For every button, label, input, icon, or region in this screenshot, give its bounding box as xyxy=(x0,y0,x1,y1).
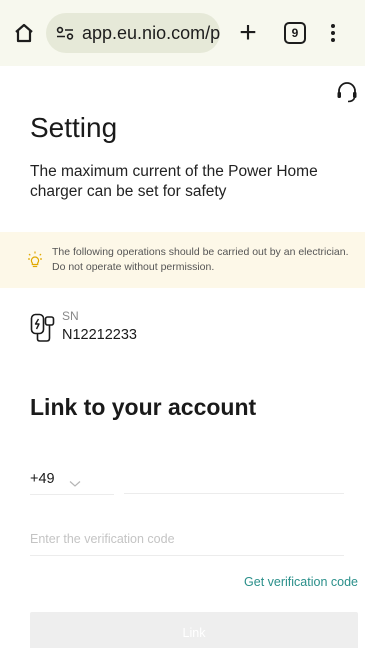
verification-code-input[interactable] xyxy=(30,522,344,556)
new-tab-button[interactable]: + xyxy=(234,18,262,48)
browser-toolbar: app.eu.nio.com/p + 9 xyxy=(0,0,365,66)
sn-value: N12212233 xyxy=(62,327,137,343)
chevron-down-icon xyxy=(69,475,81,487)
site-info-icon[interactable] xyxy=(56,24,74,42)
sn-label: SN xyxy=(62,309,79,323)
warning-banner: The following operations should be carri… xyxy=(0,232,365,288)
page-title: Setting xyxy=(30,112,118,143)
warning-text: The following operations should be carri… xyxy=(52,246,349,273)
country-code-underline xyxy=(30,494,114,495)
country-code-value: +49 xyxy=(30,471,55,487)
get-verification-code-link[interactable]: Get verification code xyxy=(244,575,358,589)
address-bar[interactable]: app.eu.nio.com/p xyxy=(46,13,220,53)
tab-switcher-button[interactable]: 9 xyxy=(284,22,306,44)
charger-icon xyxy=(30,313,56,347)
phone-number-input[interactable] xyxy=(124,462,344,494)
more-vertical-icon[interactable] xyxy=(330,24,336,42)
url-text: app.eu.nio.com/p xyxy=(82,22,220,43)
headset-icon[interactable] xyxy=(335,80,359,104)
link-button[interactable]: Link xyxy=(30,612,358,648)
home-icon[interactable] xyxy=(12,21,36,45)
device-serial: SN N12212233 xyxy=(30,307,137,347)
page-description: The maximum current of the Power Home ch… xyxy=(30,163,318,200)
lightbulb-icon xyxy=(28,251,42,269)
country-code-select[interactable]: +49 xyxy=(30,466,118,492)
link-account-title: Link to your account xyxy=(30,394,257,420)
